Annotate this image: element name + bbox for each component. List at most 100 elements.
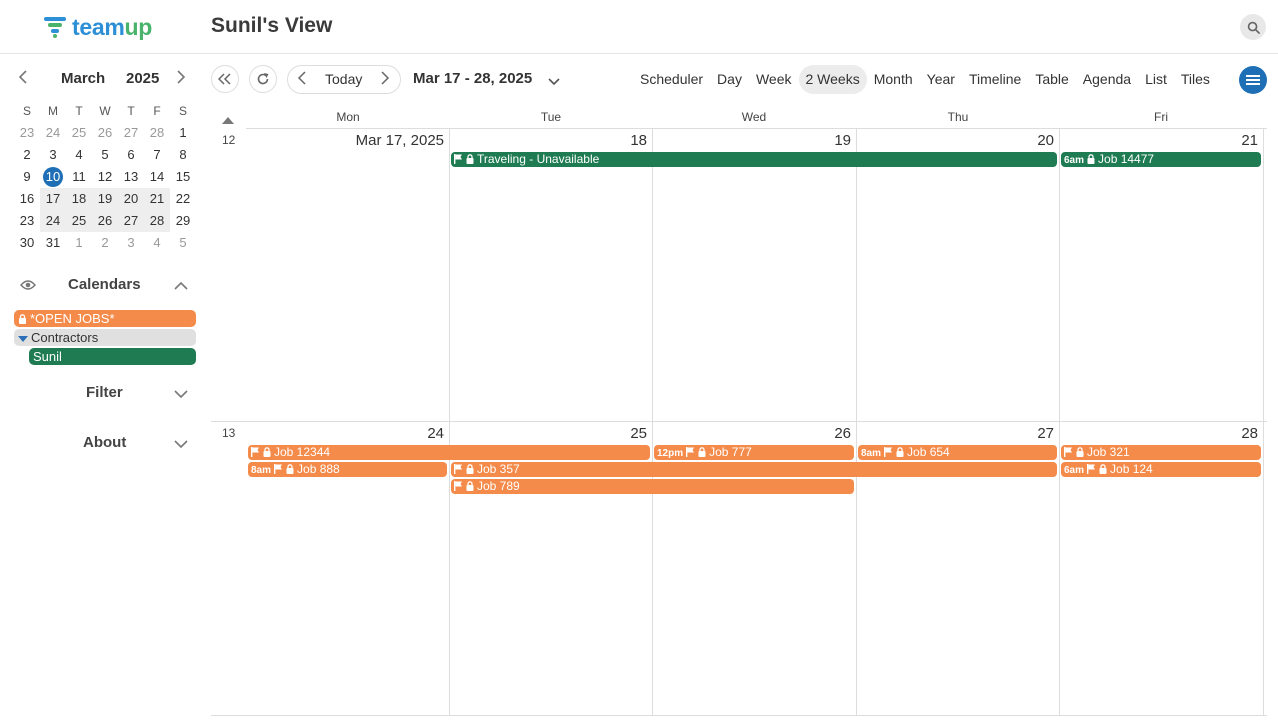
calendars-collapse-button[interactable] [174,278,188,296]
mini-cal-day[interactable]: 31 [40,232,66,254]
calendar-event[interactable]: Traveling - Unavailable [451,152,1057,167]
mini-cal-day[interactable]: 5 [170,232,196,254]
next-period-button[interactable] [380,71,390,90]
mini-cal-day[interactable]: 26 [92,210,118,232]
mini-cal-day[interactable]: 5 [92,144,118,166]
view-tab-list[interactable]: List [1138,65,1174,94]
mini-cal-day[interactable]: 24 [40,122,66,144]
mini-cal-day[interactable]: 17 [40,188,66,210]
mini-cal-day[interactable]: 19 [92,188,118,210]
calendar-event[interactable]: 8am Job 888 [248,462,447,477]
eye-icon[interactable] [20,278,36,296]
mini-cal-day[interactable]: 4 [144,232,170,254]
mini-cal-day[interactable]: 16 [14,188,40,210]
calendar-event[interactable]: Job 789 [451,479,854,494]
mini-cal-day[interactable]: 8 [170,144,196,166]
mini-cal-day[interactable]: 12 [92,166,118,188]
view-tab-week[interactable]: Week [749,65,799,94]
mini-cal-day[interactable]: 14 [144,166,170,188]
mini-cal-day[interactable]: 27 [118,122,144,144]
main-menu-button[interactable] [1239,66,1267,94]
mini-cal-day[interactable]: 23 [14,122,40,144]
view-tab-year[interactable]: Year [920,65,962,94]
mini-cal-prev-button[interactable] [18,70,28,89]
about-heading[interactable]: About [83,434,126,451]
date-range-dropdown[interactable] [548,73,560,91]
mini-cal-day[interactable]: 21 [144,188,170,210]
mini-cal-year[interactable]: 2025 [126,70,159,87]
mini-cal-day[interactable]: 29 [170,210,196,232]
mini-cal-day[interactable]: 25 [66,210,92,232]
mini-cal-day[interactable]: 27 [118,210,144,232]
mini-cal-day[interactable]: 13 [118,166,144,188]
mini-cal-day[interactable]: 24 [40,210,66,232]
calendar-event[interactable]: Job 321 [1061,445,1261,460]
day-number[interactable]: 18 [449,132,647,149]
search-button[interactable] [1240,14,1266,40]
mini-cal-day[interactable]: 25 [66,122,92,144]
view-tab-scheduler[interactable]: Scheduler [633,65,710,94]
mini-cal-day[interactable]: 11 [66,166,92,188]
calendar-folder-contractors[interactable]: Contractors [14,329,196,346]
mini-cal-month[interactable]: March [61,70,105,87]
mini-cal-next-button[interactable] [176,70,186,89]
calendar-event[interactable]: 12pm Job 777 [654,445,854,460]
day-number[interactable]: 21 [1059,132,1258,149]
mini-cal-day[interactable]: 9 [14,166,40,188]
mini-cal-day[interactable]: 6 [118,144,144,166]
filter-heading[interactable]: Filter [86,384,123,401]
mini-cal-day[interactable]: 26 [92,122,118,144]
mini-cal-day[interactable]: 1 [170,122,196,144]
about-expand-button[interactable] [174,436,188,454]
day-number[interactable]: 19 [652,132,851,149]
mini-cal-day[interactable]: 4 [66,144,92,166]
mini-cal-day[interactable]: 2 [92,232,118,254]
previous-period-button[interactable] [297,71,307,90]
mini-cal-today[interactable]: 10 [40,166,66,188]
week-number[interactable]: 13 [222,426,235,440]
date-range-label[interactable]: Mar 17 - 28, 2025 [413,70,532,87]
day-number[interactable]: 24 [246,425,444,442]
view-tab-table[interactable]: Table [1028,65,1075,94]
calendar-item-open-jobs[interactable]: *OPEN JOBS* [14,310,196,327]
view-tab-agenda[interactable]: Agenda [1076,65,1138,94]
day-number[interactable]: 27 [856,425,1054,442]
collapse-sidebar-button[interactable] [211,65,239,93]
top-bar [0,0,1278,54]
view-tab-timeline[interactable]: Timeline [962,65,1028,94]
mini-cal-day[interactable]: 2 [14,144,40,166]
calendar-event[interactable]: Job 12344 [248,445,650,460]
mini-cal-day[interactable]: 3 [118,232,144,254]
teamup-logo[interactable]: teamup [44,14,152,40]
mini-cal-day[interactable]: 18 [66,188,92,210]
mini-cal-day[interactable]: 28 [144,210,170,232]
view-tab-2-weeks[interactable]: 2 Weeks [798,65,867,94]
week-number[interactable]: 12 [222,133,235,147]
filter-expand-button[interactable] [174,386,188,404]
view-tab-month[interactable]: Month [867,65,920,94]
refresh-button[interactable] [249,65,277,93]
mini-cal-day[interactable]: 15 [170,166,196,188]
mini-cal-day[interactable]: 3 [40,144,66,166]
calendar-event[interactable]: 8am Job 654 [858,445,1057,460]
day-number[interactable]: 26 [652,425,851,442]
calendar-item-sunil[interactable]: Sunil [29,348,196,365]
mini-cal-day[interactable]: 20 [118,188,144,210]
day-number[interactable]: 28 [1059,425,1258,442]
view-tab-day[interactable]: Day [710,65,749,94]
calendar-event[interactable]: 6am Job 124 [1061,462,1261,477]
mini-cal-day[interactable]: 28 [144,122,170,144]
calendar-event[interactable]: Job 357 [451,462,1057,477]
day-number[interactable]: Mar 17, 2025 [246,132,444,149]
mini-cal-day[interactable]: 23 [14,210,40,232]
mini-cal-day[interactable]: 30 [14,232,40,254]
mini-cal-day[interactable]: 1 [66,232,92,254]
calendar-event[interactable]: 6am Job 14477 [1061,152,1261,167]
today-button[interactable]: Today [325,71,362,87]
mini-cal-day[interactable]: 7 [144,144,170,166]
view-tab-tiles[interactable]: Tiles [1174,65,1217,94]
day-number[interactable]: 25 [449,425,647,442]
collapse-all-weeks-icon[interactable] [222,111,234,129]
day-number[interactable]: 20 [856,132,1054,149]
mini-cal-day[interactable]: 22 [170,188,196,210]
